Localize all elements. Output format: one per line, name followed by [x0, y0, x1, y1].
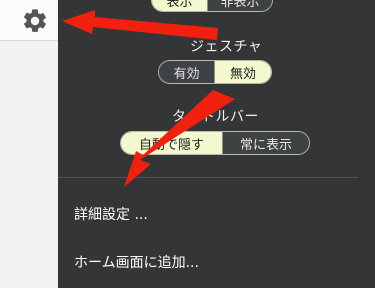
arrow-to-advanced-settings: [124, 90, 235, 187]
annotation-arrows: [62, 10, 235, 187]
arrow-to-settings: [62, 10, 218, 40]
